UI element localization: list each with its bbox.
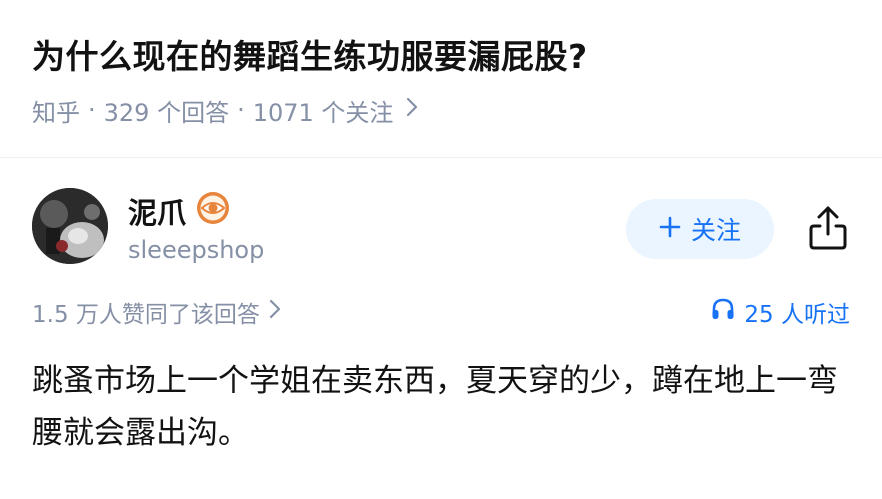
question-meta[interactable]: 知乎 · 329 个回答 · 1071 个关注 xyxy=(32,92,419,128)
author-handle: sleeepshop xyxy=(128,236,265,264)
listens-row[interactable]: 25 人听过 xyxy=(710,295,850,329)
author-name[interactable]: 泥爪 xyxy=(128,190,186,232)
share-icon[interactable] xyxy=(806,204,850,252)
listens-text: 25 人听过 xyxy=(744,302,850,328)
divider xyxy=(0,157,882,158)
avatar[interactable] xyxy=(32,188,108,264)
eye-badge-icon xyxy=(196,191,230,232)
likes-text: 1.5 万人赞同了该回答 xyxy=(32,302,260,328)
author-name-row[interactable]: 泥爪 xyxy=(128,190,230,232)
chevron-right-icon xyxy=(268,298,282,326)
headphones-icon xyxy=(710,296,736,328)
plus-icon xyxy=(659,214,681,244)
follow-button[interactable]: 关注 xyxy=(626,199,774,259)
follow-button-label: 关注 xyxy=(690,216,741,245)
answers-count: 329 个回答 xyxy=(103,98,230,127)
followers-count: 1071 个关注 xyxy=(252,98,394,127)
chevron-right-icon xyxy=(405,96,419,124)
meta-separator: · xyxy=(88,96,96,124)
likes-row[interactable]: 1.5 万人赞同了该回答 xyxy=(32,295,282,329)
meta-separator: · xyxy=(237,96,245,124)
source-label: 知乎 xyxy=(32,98,80,127)
answer-content[interactable]: 跳蚤市场上一个学姐在卖东西，夏天穿的少，蹲在地上一弯腰就会露出沟。 xyxy=(32,355,852,459)
question-title[interactable]: 为什么现在的舞蹈生练功服要漏屁股? xyxy=(32,30,588,78)
